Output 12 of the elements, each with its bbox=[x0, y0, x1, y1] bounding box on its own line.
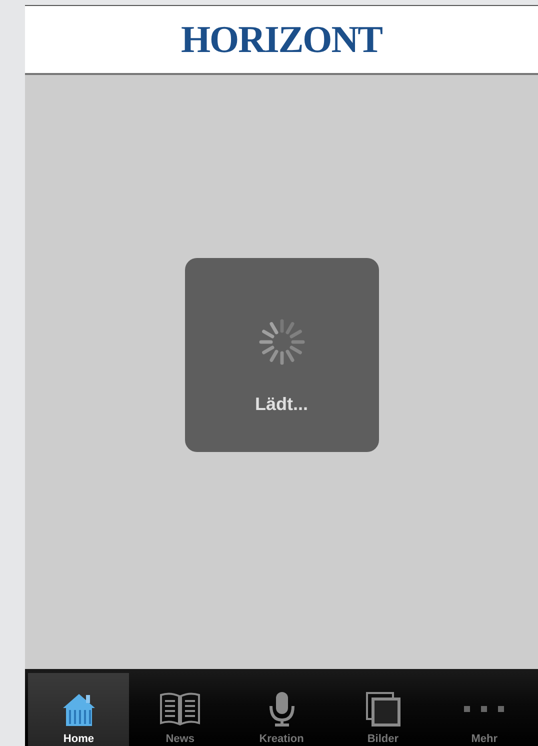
microphone-icon bbox=[266, 690, 297, 728]
tab[interactable]: Bilder bbox=[332, 673, 434, 746]
spinner-icon bbox=[258, 318, 306, 366]
tab[interactable]: Home bbox=[28, 673, 130, 746]
open-book-icon bbox=[158, 690, 202, 728]
logo: HORIZONT bbox=[180, 18, 382, 62]
loading-label: Lädt... bbox=[255, 394, 308, 414]
stacked-squares-icon bbox=[364, 690, 402, 728]
more-icon bbox=[462, 703, 506, 715]
tab[interactable]: Kreation bbox=[230, 673, 332, 746]
tab[interactable]: News bbox=[129, 673, 231, 746]
tab[interactable]: Mehr bbox=[434, 673, 536, 746]
